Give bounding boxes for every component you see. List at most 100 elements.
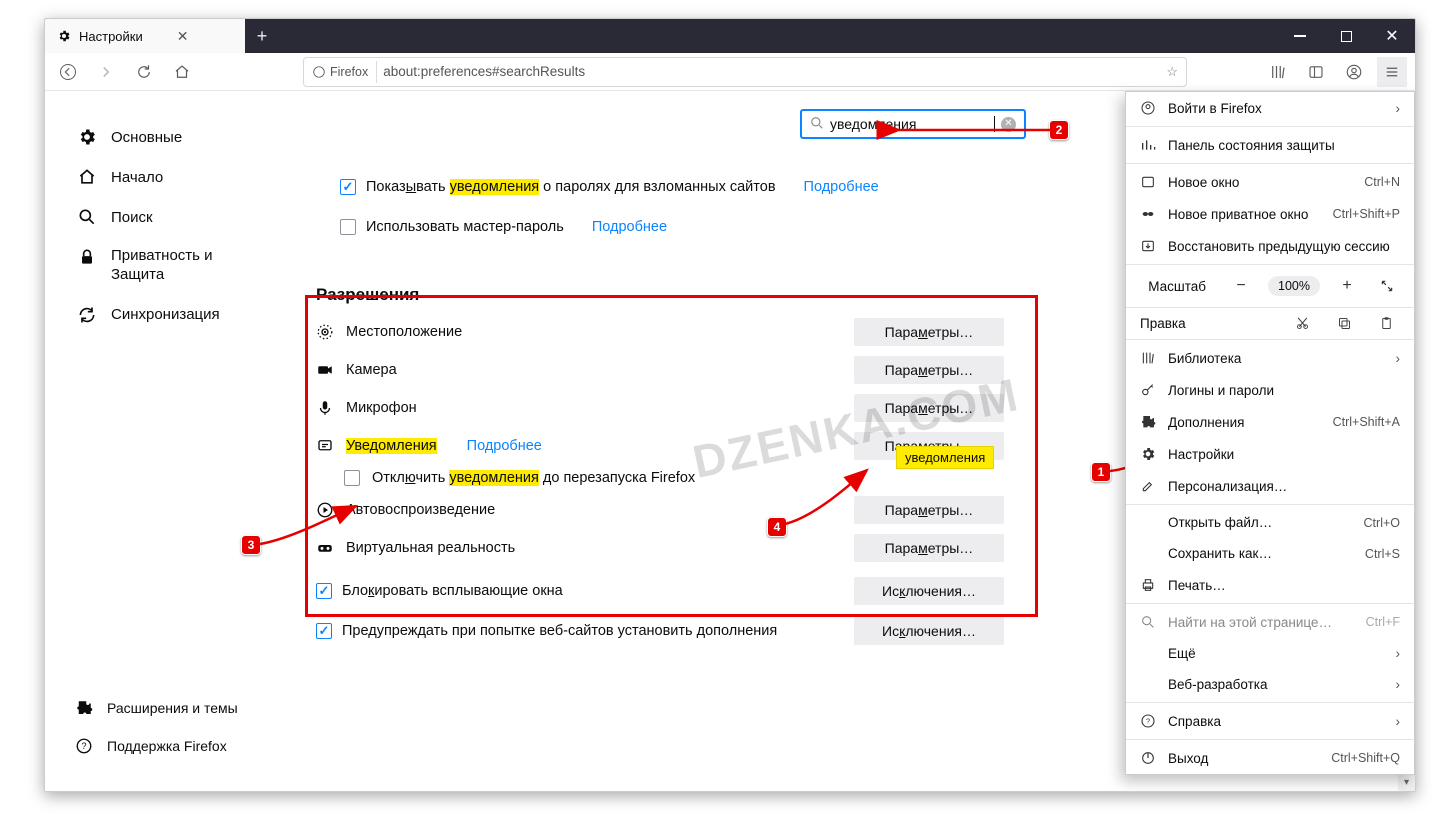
perm-label: Уведомления [346, 438, 437, 454]
app-menu-button[interactable] [1377, 57, 1407, 87]
addon-exceptions-button[interactable]: Исключения… [854, 617, 1004, 645]
browser-tab[interactable]: Настройки ✕ [45, 19, 245, 53]
library-button[interactable] [1263, 57, 1293, 87]
option-label: Отключить уведомления до перезапуска Fir… [372, 470, 695, 486]
key-icon [1140, 382, 1156, 398]
microphone-icon [316, 399, 334, 417]
cut-button[interactable] [1288, 316, 1316, 331]
site-identity-chip[interactable]: Firefox [312, 61, 377, 83]
zoom-in-button[interactable]: + [1334, 273, 1360, 299]
account-icon [1140, 100, 1156, 116]
menu-personalize[interactable]: Персонализация… [1126, 470, 1414, 502]
menu-restore-session[interactable]: Восстановить предыдущую сессию [1126, 230, 1414, 262]
sidebar-item-support[interactable]: ? Поддержка Firefox [71, 727, 242, 765]
option-label: Показывать уведомления о паролях для взл… [366, 179, 776, 195]
address-bar[interactable]: Firefox about:preferences#searchResults … [303, 57, 1187, 87]
account-button[interactable] [1339, 57, 1369, 87]
firefox-icon [312, 65, 326, 79]
zoom-out-button[interactable]: − [1228, 273, 1254, 299]
paste-button[interactable] [1372, 316, 1400, 331]
lock-icon [77, 247, 97, 267]
camera-settings-button[interactable]: Параметры… [854, 356, 1004, 384]
search-clear-icon[interactable]: ✕ [1001, 117, 1016, 132]
new-tab-button[interactable]: + [245, 19, 279, 53]
menu-new-private-window[interactable]: Новое приватное окноCtrl+Shift+P [1126, 198, 1414, 230]
menu-webdev[interactable]: Веб-разработка› [1126, 669, 1414, 700]
library-icon [1140, 350, 1156, 366]
gear-icon [1140, 446, 1156, 462]
menu-exit[interactable]: ВыходCtrl+Shift+Q [1126, 742, 1414, 774]
search-icon [810, 116, 824, 133]
checkbox-show-notifications[interactable] [340, 179, 356, 195]
window-maximize-button[interactable] [1323, 19, 1369, 53]
location-settings-button[interactable]: Параметры… [854, 318, 1004, 346]
svg-text:?: ? [81, 741, 86, 751]
site-identity-label: Firefox [330, 65, 368, 79]
window-close-button[interactable]: ✕ [1369, 19, 1415, 53]
permissions-section: Разрешения Местоположение Параметры… Кам… [316, 285, 1004, 567]
menu-open-file[interactable]: Открыть файл…Ctrl+O [1126, 507, 1414, 538]
checkbox-pause-notifications[interactable] [344, 470, 360, 486]
checkbox-master-password[interactable] [340, 219, 356, 235]
menu-new-window[interactable]: Новое окноCtrl+N [1126, 166, 1414, 198]
scroll-down-icon[interactable]: ▾ [1398, 774, 1415, 791]
reload-button[interactable] [129, 57, 159, 87]
sidebar-item-general[interactable]: Основные [73, 117, 300, 157]
mic-settings-button[interactable]: Параметры… [854, 394, 1004, 422]
checkbox-warn-addons[interactable] [316, 623, 332, 639]
learn-more-link[interactable]: Подробнее [467, 438, 542, 454]
app-menu: Войти в Firefox› Панель состояния защиты… [1125, 91, 1415, 775]
menu-save-as[interactable]: Сохранить как…Ctrl+S [1126, 538, 1414, 569]
power-icon [1140, 750, 1156, 766]
menu-more[interactable]: Ещё› [1126, 638, 1414, 669]
help-icon: ? [1140, 713, 1156, 729]
vr-icon [316, 539, 334, 557]
menu-help[interactable]: ?Справка› [1126, 705, 1414, 737]
sidebar-item-search[interactable]: Поиск [73, 197, 300, 237]
option-label: Использовать мастер-пароль [366, 219, 564, 235]
menu-print[interactable]: Печать… [1126, 569, 1414, 601]
titlebar: Настройки ✕ + ✕ [45, 19, 1415, 53]
menu-protection-dashboard[interactable]: Панель состояния защиты [1126, 129, 1414, 161]
autoplay-settings-button[interactable]: Параметры… [854, 496, 1004, 524]
learn-more-link[interactable]: Подробнее [804, 179, 879, 195]
preferences-search-input[interactable]: уведомления ✕ [800, 109, 1026, 139]
fullscreen-button[interactable] [1374, 273, 1400, 299]
popup-exceptions-button[interactable]: Исключения… [854, 577, 1004, 605]
tab-title: Настройки [79, 29, 143, 44]
menu-logins[interactable]: Логины и пароли [1126, 374, 1414, 406]
chart-icon [1140, 137, 1156, 153]
menu-find[interactable]: Найти на этой странице…Ctrl+F [1126, 606, 1414, 638]
sidebar-item-label: Основные [111, 129, 182, 146]
home-button[interactable] [167, 57, 197, 87]
gear-icon [77, 127, 97, 147]
menu-signin[interactable]: Войти в Firefox› [1126, 92, 1414, 124]
autoplay-icon [316, 501, 334, 519]
learn-more-link[interactable]: Подробнее [592, 219, 667, 235]
bookmark-star-icon[interactable]: ☆ [1166, 64, 1178, 80]
copy-button[interactable] [1330, 316, 1358, 331]
sidebar-item-extensions[interactable]: Расширения и темы [71, 689, 242, 727]
perm-label: Камера [346, 362, 397, 378]
notification-settings-button[interactable]: Параметры… [854, 432, 1004, 460]
window-minimize-button[interactable] [1277, 19, 1323, 53]
option-label: Блокировать всплывающие окна [342, 583, 563, 599]
paint-icon [1140, 478, 1156, 494]
nav-forward-button[interactable] [91, 57, 121, 87]
checkbox-block-popups[interactable] [316, 583, 332, 599]
sidebar-button[interactable] [1301, 57, 1331, 87]
puzzle-icon [75, 699, 93, 717]
sidebar-item-home[interactable]: Начало [73, 157, 300, 197]
tab-close-icon[interactable]: ✕ [177, 28, 189, 45]
menu-settings[interactable]: Настройки [1126, 438, 1414, 470]
print-icon [1140, 577, 1156, 593]
menu-library[interactable]: Библиотека› [1126, 342, 1414, 374]
nav-back-button[interactable] [53, 57, 83, 87]
menu-addons[interactable]: ДополненияCtrl+Shift+A [1126, 406, 1414, 438]
notification-icon [316, 437, 334, 455]
zoom-level-label[interactable]: 100% [1268, 276, 1320, 296]
sidebar-item-sync[interactable]: Синхронизация [73, 295, 300, 335]
sidebar-item-privacy[interactable]: Приватность и Защита [73, 237, 300, 295]
menu-edit-row: Правка [1126, 310, 1414, 337]
vr-settings-button[interactable]: Параметры… [854, 534, 1004, 562]
